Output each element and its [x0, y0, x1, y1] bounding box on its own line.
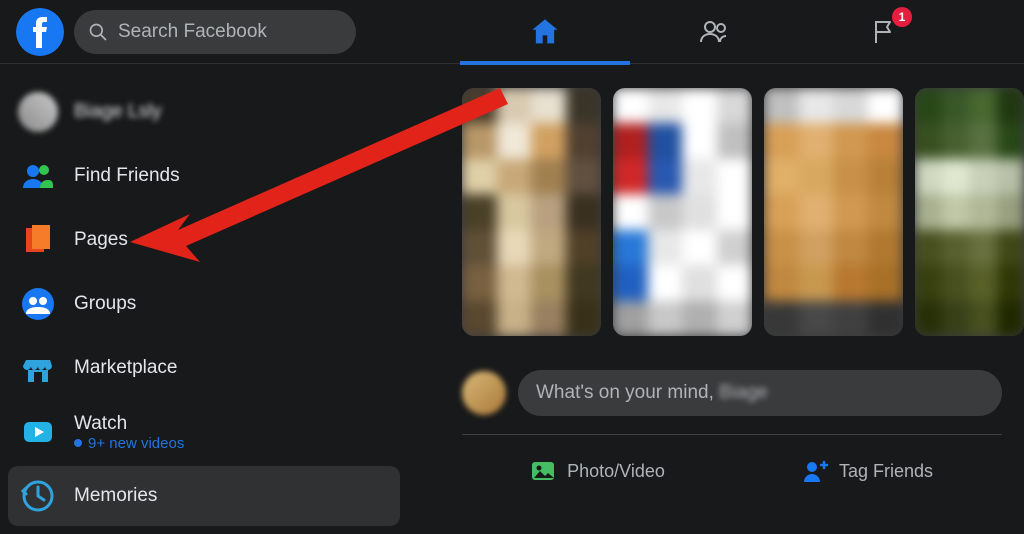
sidebar-item-label: Pages	[74, 229, 128, 251]
story-card[interactable]	[915, 88, 1024, 336]
home-icon	[529, 16, 561, 48]
sidebar-item-memories[interactable]: Memories	[8, 466, 400, 526]
photo-video-label: Photo/Video	[567, 461, 665, 482]
composer-avatar[interactable]	[462, 371, 506, 415]
nav-friends[interactable]	[630, 1, 800, 63]
facebook-logo[interactable]	[16, 8, 64, 56]
tag-friends-button[interactable]: Tag Friends	[732, 449, 1002, 493]
groups-icon	[18, 284, 58, 324]
story-card[interactable]	[764, 88, 903, 336]
sidebar-item-label: Groups	[74, 293, 136, 315]
watch-icon	[18, 412, 58, 452]
notification-badge: 1	[892, 7, 912, 27]
marketplace-icon	[18, 348, 58, 388]
sidebar-item-profile[interactable]: Biage Lsly	[8, 82, 400, 142]
sidebar-item-label: Marketplace	[74, 357, 178, 379]
avatar-icon	[18, 92, 58, 132]
friends-icon	[699, 16, 731, 48]
memories-icon	[18, 476, 58, 516]
sidebar-item-label: Biage Lsly	[74, 101, 162, 123]
sidebar-item-label: Find Friends	[74, 165, 180, 187]
sidebar-item-pages[interactable]: Pages	[8, 210, 400, 270]
composer-placeholder: What's on your mind, Biage	[536, 382, 768, 404]
photo-video-button[interactable]: Photo/Video	[462, 449, 732, 493]
content-area: What's on your mind, Biage Photo/Video	[408, 64, 1024, 534]
nav-home[interactable]	[460, 1, 630, 63]
friends-icon	[18, 156, 58, 196]
sidebar-item-groups[interactable]: Groups	[8, 274, 400, 334]
photo-icon	[529, 457, 557, 485]
sidebar-item-watch[interactable]: Watch 9+ new videos	[8, 402, 400, 462]
pages-icon	[18, 220, 58, 260]
sidebar-item-label: Watch	[74, 413, 184, 435]
sidebar-item-find-friends[interactable]: Find Friends	[8, 146, 400, 206]
story-card[interactable]	[613, 88, 752, 336]
stories-row	[462, 88, 1024, 336]
main-area: Biage Lsly Find Friends Pages	[0, 64, 1024, 534]
story-card[interactable]	[462, 88, 601, 336]
sidebar-item-marketplace[interactable]: Marketplace	[8, 338, 400, 398]
nav-pages[interactable]: 1	[800, 1, 970, 63]
top-nav: 1	[460, 0, 970, 63]
composer-input[interactable]: What's on your mind, Biage	[518, 370, 1002, 416]
search-placeholder: Search Facebook	[118, 21, 267, 43]
search-input[interactable]: Search Facebook	[74, 10, 356, 54]
sidebar-item-label: Memories	[74, 485, 157, 507]
top-header: Search Facebook 1	[0, 0, 1024, 64]
composer: What's on your mind, Biage Photo/Video	[462, 370, 1002, 493]
search-icon	[88, 22, 108, 42]
sidebar: Biage Lsly Find Friends Pages	[0, 64, 408, 534]
tag-icon	[801, 457, 829, 485]
tag-friends-label: Tag Friends	[839, 461, 933, 482]
sidebar-item-sub: 9+ new videos	[74, 435, 184, 452]
